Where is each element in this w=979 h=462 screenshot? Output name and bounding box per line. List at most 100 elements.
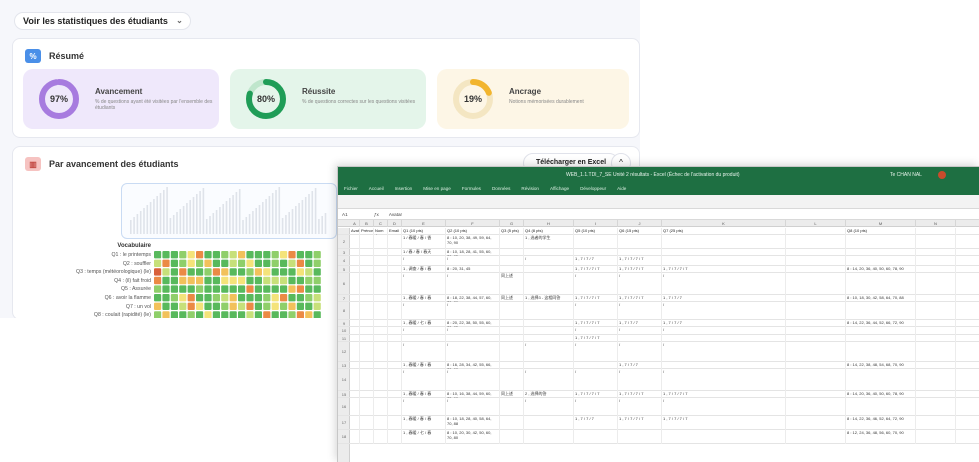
heatmap-cell[interactable] — [179, 251, 187, 259]
column-header[interactable]: G — [500, 220, 524, 227]
heatmap-cell[interactable] — [280, 259, 288, 267]
table-cell[interactable]: / — [618, 327, 662, 335]
column-header[interactable]: N — [916, 220, 956, 227]
table-cell[interactable] — [524, 320, 574, 327]
table-cell[interactable] — [388, 235, 402, 249]
heatmap-cell[interactable] — [246, 259, 254, 267]
cell-reference[interactable]: A1 — [342, 212, 364, 217]
user-avatar[interactable] — [938, 171, 946, 179]
table-cell[interactable] — [846, 335, 916, 342]
table-cell[interactable]: 1 , 7 / 7 / 7 / 7 — [574, 335, 618, 342]
table-cell[interactable] — [846, 327, 916, 335]
heatmap-cell[interactable] — [221, 251, 229, 259]
heatmap-cell[interactable] — [246, 302, 254, 310]
table-cell[interactable] — [388, 327, 402, 335]
row-number[interactable]: 2 — [338, 235, 350, 249]
table-cell[interactable] — [350, 249, 360, 256]
row-number[interactable]: 18 — [338, 430, 350, 444]
table-cell[interactable] — [846, 369, 916, 391]
table-cell[interactable] — [374, 266, 388, 273]
table-cell[interactable] — [374, 416, 388, 430]
table-cell[interactable]: / — [446, 342, 500, 362]
table-cell[interactable]: 同上述 — [500, 391, 524, 398]
heatmap-cell[interactable] — [271, 302, 279, 310]
heatmap-cell[interactable] — [305, 302, 313, 310]
heatmap-cell[interactable] — [187, 302, 195, 310]
heatmap-cell[interactable] — [305, 276, 313, 285]
table-cell[interactable]: 1 , 7 / 7 / 7 / 7 — [662, 391, 786, 398]
table-cell[interactable]: 1 , 调查 / 春 / 春 — [402, 266, 446, 273]
table-cell[interactable] — [500, 327, 524, 335]
table-cell[interactable] — [360, 256, 374, 266]
table-cell[interactable] — [618, 430, 662, 444]
table-cell[interactable] — [846, 342, 916, 362]
table-cell[interactable] — [916, 266, 956, 273]
table-cell[interactable]: 1 , 7 / 7 / 7 / 7 — [574, 295, 618, 302]
tab-aide[interactable]: Aide — [617, 183, 626, 195]
heatmap-cell[interactable] — [196, 259, 204, 267]
table-cell[interactable] — [360, 327, 374, 335]
column-header[interactable]: J — [618, 220, 662, 227]
table-cell[interactable] — [360, 295, 374, 302]
heatmap-cell[interactable] — [154, 294, 162, 302]
heatmap-cell[interactable] — [238, 268, 246, 276]
table-cell[interactable] — [662, 362, 786, 369]
table-cell[interactable]: 1 , 7 / 7 / 7 — [618, 362, 662, 369]
table-cell[interactable]: / — [574, 369, 618, 391]
column-header[interactable]: L — [786, 220, 846, 227]
heatmap-cell[interactable] — [154, 259, 162, 267]
table-cell[interactable] — [350, 362, 360, 369]
table-cell[interactable] — [574, 249, 618, 256]
heatmap-cell[interactable] — [254, 259, 262, 267]
table-cell[interactable] — [524, 416, 574, 430]
table-cell[interactable]: 1 , 7 / 7 / 7 — [662, 295, 786, 302]
table-cell[interactable] — [786, 398, 846, 416]
heatmap-cell[interactable] — [170, 268, 178, 276]
row-number[interactable]: 17 — [338, 416, 350, 430]
formula-input[interactable]: Avatar — [389, 212, 402, 217]
heatmap-cell[interactable] — [246, 268, 254, 276]
table-cell[interactable]: 1 , 7 / 7 / 7 / 7 — [618, 416, 662, 430]
heatmap-cell[interactable] — [296, 251, 304, 259]
heatmap-cell[interactable] — [296, 302, 304, 310]
heatmap-cell[interactable] — [238, 302, 246, 310]
heatmap-cell[interactable] — [212, 302, 220, 310]
table-cell[interactable]: Q2 (10 pts) — [446, 228, 500, 235]
table-cell[interactable]: Q3 (5 pts) — [500, 228, 524, 235]
heatmap-cell[interactable] — [263, 276, 271, 285]
table-cell[interactable] — [524, 249, 574, 256]
heatmap-cell[interactable] — [187, 268, 195, 276]
heatmap-cell[interactable] — [305, 259, 313, 267]
row-number[interactable]: 10 — [338, 327, 350, 335]
heatmap-cell[interactable] — [288, 276, 296, 285]
table-cell[interactable] — [786, 273, 846, 295]
table-cell[interactable] — [360, 369, 374, 391]
heatmap-cell[interactable] — [280, 251, 288, 259]
table-cell[interactable] — [786, 369, 846, 391]
heatmap-cell[interactable] — [271, 259, 279, 267]
column-header[interactable]: C — [374, 220, 388, 227]
table-cell[interactable] — [916, 327, 956, 335]
table-cell[interactable] — [374, 391, 388, 398]
heatmap-cell[interactable] — [263, 302, 271, 310]
heatmap-cell[interactable] — [162, 268, 170, 276]
row-number[interactable]: 13 — [338, 362, 350, 369]
table-cell[interactable] — [350, 335, 360, 342]
row-number[interactable]: 11 — [338, 335, 350, 342]
heatmap-cell[interactable] — [288, 251, 296, 259]
table-cell[interactable]: 同上述 — [500, 295, 524, 302]
row-number[interactable]: 14 — [338, 369, 350, 391]
heatmap-cell[interactable] — [154, 302, 162, 310]
table-cell[interactable] — [786, 266, 846, 273]
table-cell[interactable] — [524, 327, 574, 335]
table-cell[interactable] — [662, 335, 786, 342]
heatmap-cell[interactable] — [162, 251, 170, 259]
table-cell[interactable]: 1 , 春暖 / 春 / 春 — [402, 362, 446, 369]
table-cell[interactable]: Q4 (8 pts) — [524, 228, 574, 235]
heatmap-cell[interactable] — [263, 285, 271, 293]
table-cell[interactable] — [360, 362, 374, 369]
heatmap-cell[interactable] — [204, 259, 212, 267]
table-cell[interactable] — [500, 249, 524, 256]
table-cell[interactable]: Email — [388, 228, 402, 235]
heatmap-cell[interactable] — [280, 302, 288, 310]
